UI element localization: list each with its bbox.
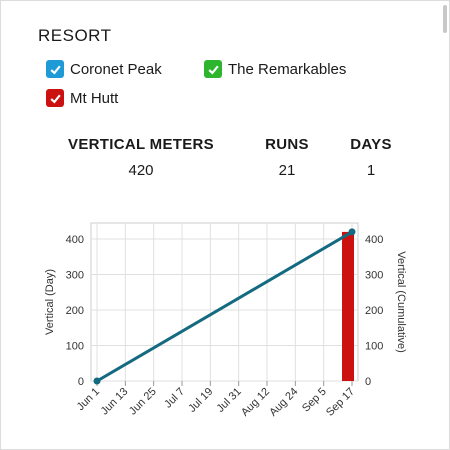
x-tick-label: Jul 19 xyxy=(186,386,215,415)
y2-tick-label: 400 xyxy=(365,234,383,246)
y-tick-label: 300 xyxy=(66,270,84,282)
x-tick-label: Aug 24 xyxy=(267,386,300,419)
line-point xyxy=(93,377,101,385)
vertical-chart: 01002003004000100200300400Jun 1Jun 13Jun… xyxy=(44,222,407,419)
y-tick-label: 0 xyxy=(78,376,84,388)
x-tick-label: Sep 17 xyxy=(324,386,357,419)
x-tick-label: Aug 12 xyxy=(239,386,272,419)
line-cumulative xyxy=(96,230,353,383)
y-tick-label: 400 xyxy=(66,234,84,246)
x-tick-label: Jun 13 xyxy=(99,386,131,418)
y-tick-label: 100 xyxy=(66,341,84,353)
bar-day-vertical xyxy=(342,231,354,381)
x-tick-label: Jun 25 xyxy=(127,386,159,418)
y2-tick-label: 100 xyxy=(365,341,383,353)
y2-tick-label: 300 xyxy=(365,270,383,282)
y-axis-title: Vertical (Day) xyxy=(44,269,56,335)
y2-tick-label: 0 xyxy=(365,376,371,388)
y2-axis-title: Vertical (Cumulative) xyxy=(395,251,407,352)
y-tick-label: 200 xyxy=(66,305,84,317)
y2-tick-label: 200 xyxy=(365,305,383,317)
x-tick-label: Jul 7 xyxy=(162,386,187,411)
line-point xyxy=(348,228,356,236)
plot-area xyxy=(90,222,359,382)
